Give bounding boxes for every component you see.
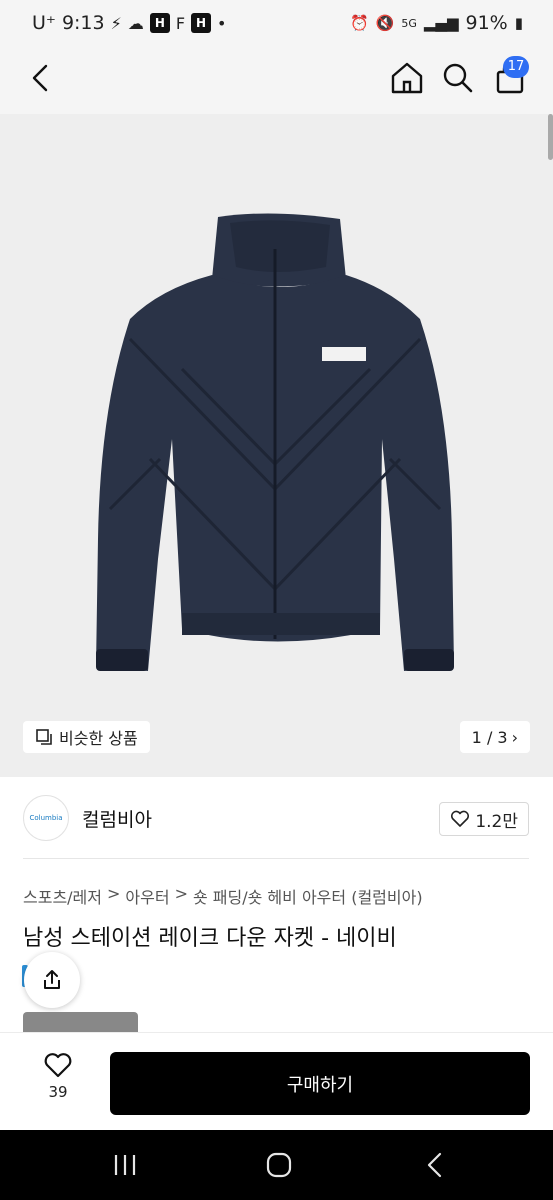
battery-level: 91% <box>465 12 508 34</box>
wishlist-button[interactable]: 39 <box>30 1051 86 1115</box>
scrollbar-thumb[interactable] <box>548 114 553 160</box>
home-nav-icon[interactable] <box>264 1152 294 1178</box>
app-f-icon: F <box>175 13 186 33</box>
status-left: U⁺ 9:13 ⚡ ☁ H F H • <box>32 12 226 34</box>
mute-icon: 🔇 <box>375 14 395 32</box>
back-nav-icon[interactable] <box>420 1152 450 1178</box>
home-icon <box>391 62 423 94</box>
status-right: ⏰ 🔇 5G ▂▄▆ 91% ▮ <box>350 12 523 34</box>
cart-count-badge: 17 <box>503 56 529 78</box>
image-page-label: 1 / 3 <box>471 727 508 747</box>
heart-icon <box>451 810 470 827</box>
brand-logo[interactable]: Columbia <box>23 795 69 841</box>
product-title: 남성 스테이션 레이크 다운 자켓 - 네이비 <box>23 926 397 951</box>
search-button[interactable] <box>438 58 478 98</box>
color-option-thumbnail[interactable] <box>23 1012 138 1034</box>
breadcrumb-item-2[interactable]: 아우터 <box>125 884 169 908</box>
back-button[interactable] <box>24 60 60 96</box>
brand-like-button[interactable]: 1.2만 <box>439 802 529 836</box>
wishlist-count: 39 <box>48 1083 68 1101</box>
carrier-label: U⁺ <box>32 12 56 34</box>
brand-like-count: 1.2만 <box>475 811 518 832</box>
search-icon <box>443 63 473 93</box>
purchase-bar: 39 구매하기 <box>0 1032 553 1130</box>
app-badge-h: H <box>149 13 170 33</box>
brand-logo-text: Columbia <box>29 814 63 822</box>
breadcrumb-item-1[interactable]: 스포츠/레저 <box>23 884 102 908</box>
signal-icon: ▂▄▆ <box>423 14 459 32</box>
share-button[interactable] <box>24 952 80 1008</box>
bolt-icon: ⚡ <box>110 13 122 33</box>
more-notifications-dot: • <box>217 13 227 33</box>
network-label: 5G <box>401 16 417 30</box>
image-page-indicator[interactable]: 1 / 3 › <box>459 721 530 753</box>
breadcrumb-item-3[interactable]: 숏 패딩/숏 헤비 아우터 (컬럼비아) <box>193 884 423 908</box>
chat-icon: ☁ <box>127 13 144 33</box>
chevron-right-icon: › <box>511 727 518 747</box>
share-icon <box>44 970 60 989</box>
jacket-product-image <box>96 213 454 671</box>
product-image-gallery[interactable]: 비슷한 상품 1 / 3 › <box>0 114 553 777</box>
heart-icon <box>44 1053 72 1078</box>
buy-button[interactable]: 구매하기 <box>110 1052 530 1115</box>
alarm-icon: ⏰ <box>349 14 369 32</box>
app-badge-h-2: H <box>191 13 212 33</box>
top-app-bar <box>0 48 553 114</box>
clock: 9:13 <box>61 12 105 34</box>
breadcrumb-separator: > <box>174 884 188 903</box>
status-bar: U⁺ 9:13 ⚡ ☁ H F H • ⏰ 🔇 5G ▂▄▆ 91% ▮ <box>0 0 553 48</box>
breadcrumb-separator: > <box>107 884 121 903</box>
battery-icon: ▮ <box>514 14 523 32</box>
system-nav-bar <box>0 1130 553 1200</box>
brand-name[interactable]: 컬럼비아 <box>82 805 152 832</box>
similar-products-label: 비슷한 상품 <box>59 729 138 748</box>
breadcrumb: 스포츠/레저 > 아우터 > 숏 패딩/숏 헤비 아우터 (컬럼비아) <box>23 884 423 908</box>
similar-products-button[interactable]: 비슷한 상품 <box>23 721 150 753</box>
brand-row: Columbia 컬럼비아 1.2만 <box>0 777 553 859</box>
back-icon <box>32 64 48 92</box>
home-button[interactable] <box>387 58 427 98</box>
divider <box>23 858 529 859</box>
recent-apps-icon[interactable] <box>110 1152 140 1178</box>
similar-icon <box>36 729 52 745</box>
